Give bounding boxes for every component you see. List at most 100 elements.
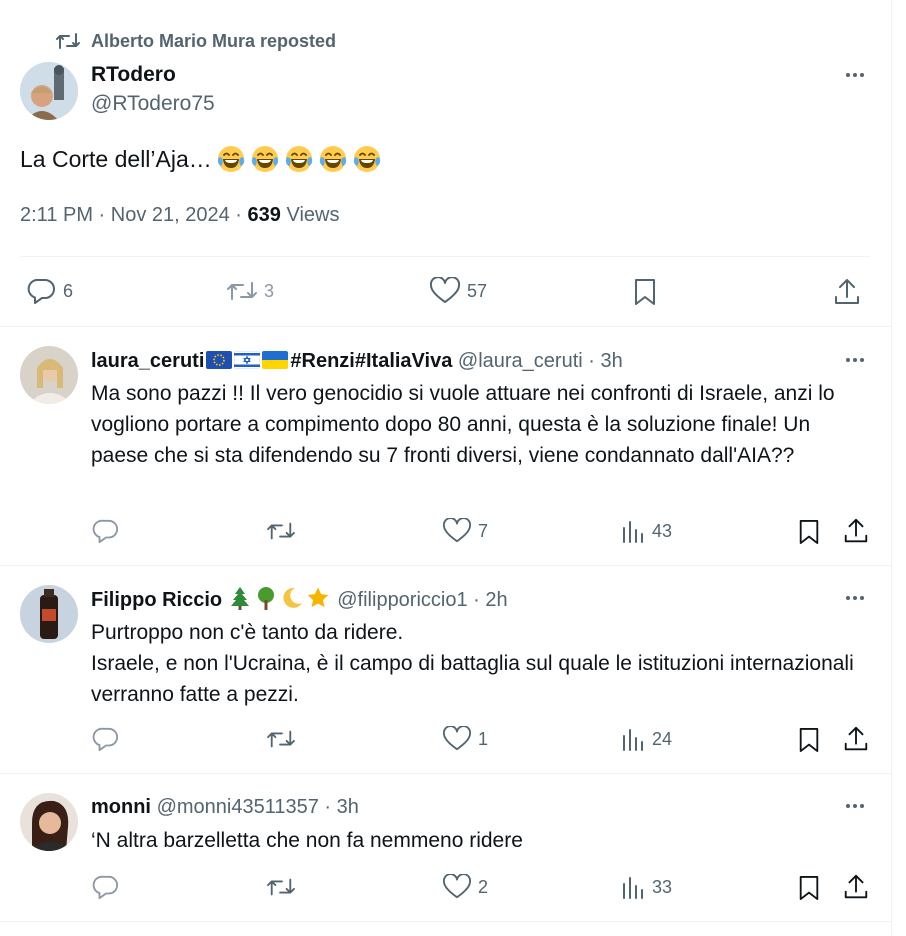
reply-handle-time[interactable]: @laura_ceruti · 3h [458,350,623,372]
reply-author-name-suffix: #Renzi#ItaliaViva [290,350,453,372]
israel-flag-icon [234,351,261,369]
avatar[interactable] [20,346,78,404]
views-count: 24 [652,728,673,749]
repost-icon [267,522,295,540]
author-handle[interactable]: @RTodero75 [91,92,215,116]
reply-header: monni @monni43511357 · 3h [91,794,359,820]
deciduous-tree-icon [254,586,278,610]
share-button[interactable] [842,517,876,545]
heart-icon [443,518,471,543]
reply-author-name[interactable]: laura_ceruti [91,350,204,372]
bookmark-icon [799,520,819,544]
divider [0,773,892,774]
repost-button[interactable]: 3 [226,277,274,305]
views-button[interactable]: 33 [620,874,672,900]
like-button[interactable]: 1 [442,726,488,752]
bookmark-button[interactable] [797,874,827,902]
reply-icon [92,727,118,752]
repost-banner[interactable]: Alberto Mario Mura reposted [55,30,336,52]
bookmark-button[interactable] [797,518,827,546]
reply-text-line: Israele, e non l'Ucraina, è il campo di … [91,652,854,706]
reply-button[interactable] [92,874,126,900]
bar-chart-icon [623,729,643,751]
share-icon [844,874,868,899]
repost-icon [267,730,295,748]
reply-author-name[interactable]: monni [91,796,151,818]
reply-handle-time[interactable]: @monni43511357 · 3h [157,796,359,818]
tweet-text: La Corte dell’Aja… [20,143,386,175]
reply-text-line: Purtroppo non c'è tanto da ridere. [91,621,404,644]
repost-button[interactable] [266,518,302,544]
share-icon [844,518,868,543]
reply-count: 6 [63,280,74,301]
laughing-emoji-icon [216,144,386,174]
ukraine-flag-icon [262,351,289,369]
reply-header: Filippo Riccio @filipporiccio1 · 2h [91,586,508,613]
heart-icon [443,726,471,751]
views-count: 43 [652,520,673,541]
tweet-timestamp[interactable]: 2:11 PM · Nov 21, 2024 · [20,204,248,226]
like-button[interactable]: 2 [442,874,488,900]
share-button[interactable] [842,873,876,901]
reply-author-name[interactable]: Filippo Riccio [91,589,222,611]
laughing-emoji-icon [216,144,246,174]
reply-header: laura_ceruti #Renzi#ItaliaViva @laura_cer… [91,348,623,374]
bookmark-icon [799,876,819,900]
repost-button[interactable] [266,726,302,752]
divider [0,921,892,922]
reply-handle-time[interactable]: @filipporiccio1 · 2h [337,589,507,611]
conversation-column: Alberto Mario Mura reposted RTodero @RTo… [0,0,892,936]
reply-button[interactable]: 6 [27,277,73,305]
divider [20,256,870,257]
star-icon [306,586,330,610]
reply-icon [92,519,118,544]
crescent-moon-icon [280,586,304,610]
laughing-emoji-icon [250,144,280,174]
views-button[interactable]: 43 [620,518,672,544]
avatar[interactable] [20,793,78,851]
reply-text: Purtroppo non c'è tanto da ridere. Israe… [91,617,871,710]
bookmark-icon [799,728,819,752]
views-label: Views [280,204,340,226]
repost-banner-text: Alberto Mario Mura reposted [91,30,337,51]
avatar[interactable] [20,585,78,643]
share-icon [844,726,868,751]
more-options-button[interactable] [840,796,870,816]
laughing-emoji-icon [284,144,314,174]
repost-button[interactable] [266,874,302,900]
repost-icon [56,33,80,49]
reply-button[interactable] [92,518,126,544]
like-button[interactable]: 7 [442,518,488,544]
divider [0,326,892,327]
author-display-name[interactable]: RTodero [91,63,176,87]
heart-icon [443,874,471,899]
more-options-button[interactable] [840,588,870,608]
more-options-button[interactable] [840,65,870,85]
views-count: 639 [247,204,281,226]
reply-button[interactable] [92,726,126,752]
eu-flag-icon [206,351,233,369]
like-count: 57 [467,280,488,301]
reply-text: ‘N altra barzelletta che non fa nemmeno … [91,829,523,852]
like-count: 7 [478,520,489,541]
tweet-meta: 2:11 PM · Nov 21, 2024 · 639 Views [20,204,339,227]
like-count: 2 [478,876,489,897]
like-count: 1 [478,728,489,749]
tweet-text-content: La Corte dell’Aja… [20,146,212,172]
share-button[interactable] [832,277,868,307]
avatar[interactable] [20,62,78,120]
like-button[interactable]: 57 [429,277,487,305]
laughing-emoji-icon [352,144,382,174]
more-options-button[interactable] [840,350,870,370]
bookmark-button[interactable] [797,726,827,754]
views-count: 33 [652,876,673,897]
bar-chart-icon [623,877,643,899]
laughing-emoji-icon [318,144,348,174]
share-button[interactable] [842,725,876,753]
heart-icon [429,277,461,303]
reply-icon [27,278,55,304]
views-button[interactable]: 24 [620,726,672,752]
bookmark-button[interactable] [632,277,664,307]
bookmark-icon [635,279,655,305]
evergreen-tree-icon [228,586,252,610]
